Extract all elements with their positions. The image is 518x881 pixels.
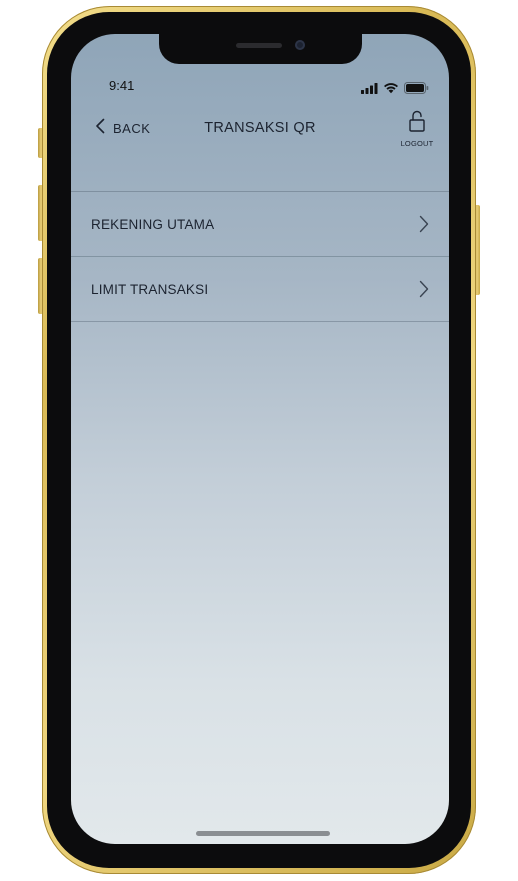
menu-item-label: REKENING UTAMA <box>91 216 215 232</box>
front-camera <box>295 40 305 50</box>
logout-label: LOGOUT <box>400 139 434 148</box>
unlock-icon <box>409 110 425 136</box>
battery-icon <box>404 79 429 98</box>
page-title: TRANSAKSI QR <box>204 120 316 136</box>
cellular-signal-icon <box>361 79 378 98</box>
logout-button[interactable]: LOGOUT <box>397 110 437 148</box>
status-icons <box>361 79 429 98</box>
status-time: 9:41 <box>109 78 135 93</box>
app-screen: 9:41 BACK TRANSAKSI QR LOGOUT REKENING U… <box>71 34 449 844</box>
menu-item-label: LIMIT TRANSAKSI <box>91 281 209 297</box>
menu-item-rekening-utama[interactable]: REKENING UTAMA <box>71 192 449 257</box>
menu-item-limit-transaksi[interactable]: LIMIT TRANSAKSI <box>71 257 449 322</box>
earpiece-speaker <box>236 43 282 48</box>
chevron-right-icon <box>419 280 429 302</box>
wifi-icon <box>383 79 399 98</box>
home-indicator[interactable] <box>196 831 330 836</box>
chevron-right-icon <box>419 215 429 237</box>
notch <box>159 34 362 64</box>
menu-list: REKENING UTAMA LIMIT TRANSAKSI <box>71 191 449 322</box>
device-mockup: 9:41 BACK TRANSAKSI QR LOGOUT REKENING U… <box>0 0 518 881</box>
